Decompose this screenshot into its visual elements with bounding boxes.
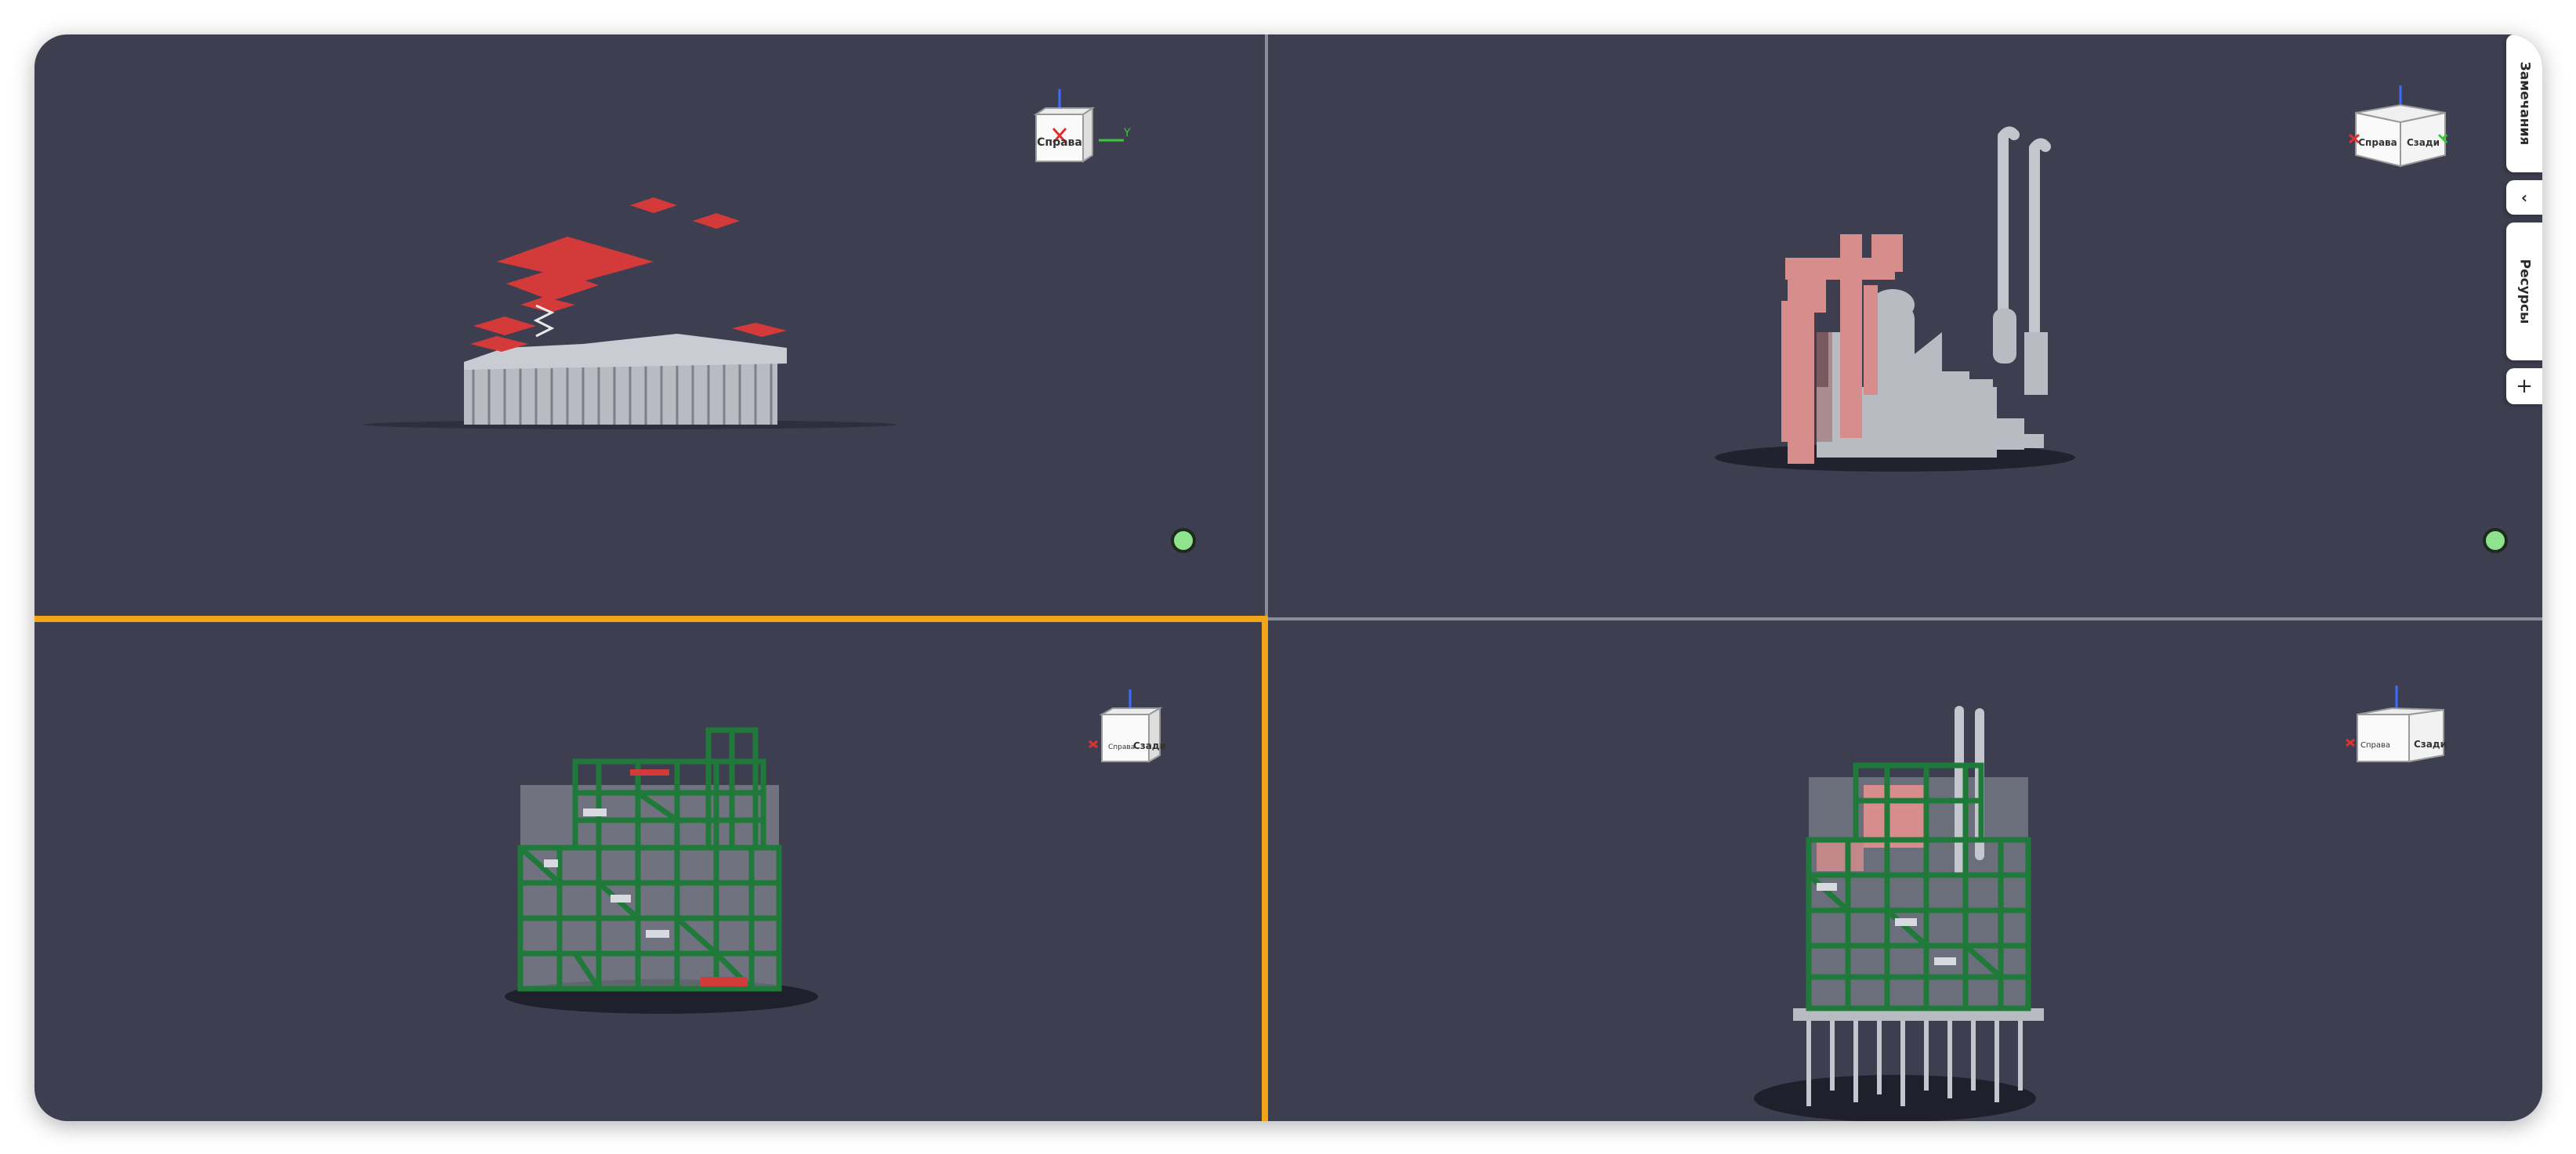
navigation-cube-icon[interactable]: Справа Сзади <box>2342 674 2459 791</box>
cube-face-side: Сзади <box>2414 739 2447 750</box>
chevron-left-icon: ‹ <box>2520 188 2528 207</box>
tab-notes[interactable]: Замечания <box>2506 34 2542 172</box>
bim-model-viewer: Справа Y Справа Сзади Замечания ‹ Ресурс… <box>34 34 2542 1121</box>
navigation-cube-icon[interactable]: Справа Y <box>1014 74 1132 191</box>
cube-face-side: Сзади <box>1133 740 1166 751</box>
cube-face-front: Справа <box>1108 743 1135 751</box>
cube-face-front: Справа <box>2360 741 2390 750</box>
tab-resources[interactable]: Ресурсы <box>2506 222 2542 360</box>
plus-icon: + <box>2516 374 2533 398</box>
cube-face-side: Сзади <box>2407 137 2440 148</box>
add-button[interactable]: + <box>2506 368 2542 404</box>
cube-face-front: Справа <box>1037 136 1082 149</box>
viewport-divider-vertical[interactable] <box>1265 34 1268 1121</box>
model-render-bottom-left[interactable] <box>34 620 1265 1121</box>
axis-label-y: Y <box>1123 127 1131 139</box>
status-dot-icon <box>2483 528 2508 553</box>
viewport-divider-horizontal[interactable] <box>34 617 2542 620</box>
tab-notes-label: Замечания <box>2516 61 2533 146</box>
viewport-top-right[interactable]: Справа Сзади Замечания ‹ Ресурсы + <box>1268 34 2542 617</box>
navigation-cube-icon[interactable]: Справа Сзади <box>2342 74 2459 191</box>
tab-resources-label: Ресурсы <box>2516 259 2532 324</box>
cube-face-front: Справа <box>2358 137 2397 148</box>
viewport-bottom-left[interactable]: Справа Сзади <box>34 620 1265 1121</box>
navigation-cube-icon[interactable]: Справа Сзади <box>1085 674 1202 791</box>
viewport-top-left[interactable]: Справа Y <box>34 34 1265 617</box>
collapse-panel-button[interactable]: ‹ <box>2506 180 2542 215</box>
viewport-bottom-right[interactable]: Справа Сзади <box>1268 620 2542 1121</box>
status-dot-icon <box>1171 528 1196 553</box>
